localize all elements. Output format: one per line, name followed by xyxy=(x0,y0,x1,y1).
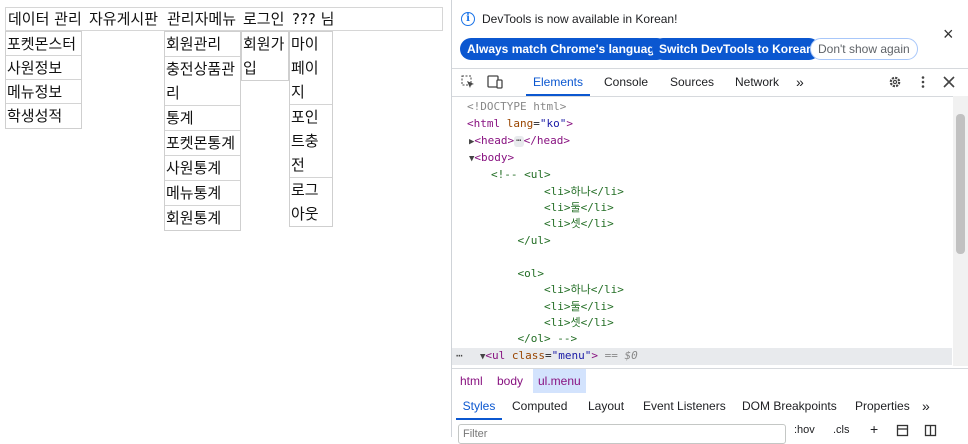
language-banner: i DevTools is now available in Korean! ×… xyxy=(452,0,968,66)
styles-filter-input[interactable]: Filter xyxy=(458,424,786,444)
kebab-menu-icon[interactable] xyxy=(916,75,930,89)
elements-tree: <!DOCTYPE html> <html lang="ko"> ▶<head>… xyxy=(452,96,952,346)
scrollbar-thumb[interactable] xyxy=(956,114,965,254)
submenu-item-mypage[interactable]: 마이페이지 xyxy=(290,32,332,105)
ellipsis-icon[interactable]: ⋯ xyxy=(514,135,524,147)
breadcrumb-body[interactable]: body xyxy=(492,369,528,393)
switch-korean-button[interactable]: Switch DevTools to Korean xyxy=(652,38,821,60)
close-icon[interactable]: × xyxy=(943,24,954,45)
doctype-line: <!DOCTYPE html> xyxy=(467,100,567,113)
subtab-layout[interactable]: Layout xyxy=(588,393,624,420)
subtab-properties[interactable]: Properties xyxy=(855,393,910,420)
subtab-dom-breakpoints[interactable]: DOM Breakpoints xyxy=(742,393,837,420)
submenu-item-menu-info[interactable]: 메뉴정보 xyxy=(6,80,81,104)
submenu-item-employee-stats[interactable]: 사원통계 xyxy=(165,156,240,181)
subtab-computed[interactable]: Computed xyxy=(512,393,567,420)
menu-data-management[interactable]: 데이터 관리 xyxy=(6,7,82,31)
menu-admin[interactable]: 관리자메뉴 xyxy=(165,7,236,31)
submenu-login: 회원가입 xyxy=(241,31,289,81)
submenu-item-member-stats[interactable]: 회원통계 xyxy=(165,206,240,230)
settings-gear-icon[interactable] xyxy=(888,75,902,89)
menu-user[interactable]: ??? 님 xyxy=(290,7,334,31)
subtab-event-listeners[interactable]: Event Listeners xyxy=(643,393,726,420)
submenu-item-employee[interactable]: 사원정보 xyxy=(6,56,81,80)
comment-line: </ul> xyxy=(491,234,551,247)
submenu-item-signup[interactable]: 회원가입 xyxy=(242,32,288,80)
submenu-item-logout[interactable]: 로그아웃 xyxy=(290,178,332,226)
more-dots-icon[interactable]: ⋯ xyxy=(456,348,463,364)
submenu-item-grades[interactable]: 학생성적 xyxy=(6,104,81,128)
submenu-data: 포켓몬스터 사원정보 메뉴정보 학생성적 xyxy=(5,31,82,129)
more-subtabs-icon[interactable]: » xyxy=(922,393,930,420)
submenu-item-members[interactable]: 회원관리 xyxy=(165,32,240,57)
menu-free-board[interactable]: 자유게시판 xyxy=(87,7,158,31)
html-line[interactable]: <html lang="ko"> xyxy=(467,116,573,132)
breadcrumb-html[interactable]: html xyxy=(455,369,488,393)
hover-state-toggle[interactable]: :hov xyxy=(794,424,815,436)
comment-line: <li>하나</li> xyxy=(491,283,624,296)
add-rule-icon[interactable]: + xyxy=(870,421,878,437)
submenu-admin: 회원관리 충전상품관리 통계 포켓몬통계 사원통계 메뉴통계 회원통계 xyxy=(164,31,241,231)
subtab-styles[interactable]: Styles xyxy=(456,393,502,420)
selected-ul-line[interactable]: ▼<ul class="menu"> == $0 xyxy=(480,348,638,364)
close-devtools-icon[interactable] xyxy=(942,75,956,89)
tab-sources[interactable]: Sources xyxy=(670,69,714,96)
breadcrumb: html body ul.menu xyxy=(452,368,968,394)
devtools-panel: i DevTools is now available in Korean! ×… xyxy=(451,0,968,444)
submenu-user: 마이페이지 포인트충전 로그아웃 xyxy=(289,31,333,227)
comment-line: <ol> xyxy=(491,267,544,280)
computed-styles-icon[interactable] xyxy=(896,424,909,440)
head-line[interactable]: ▶<head> ⋯ </head> xyxy=(469,133,570,149)
sidebar-toggle-icon[interactable] xyxy=(924,424,937,440)
menu-login[interactable]: 로그인 xyxy=(241,7,284,31)
comment-line: <li>셋</li> xyxy=(491,217,614,230)
submenu-item-charge-products[interactable]: 충전상품관리 xyxy=(165,57,240,106)
submenu-item-menu-stats[interactable]: 메뉴통계 xyxy=(165,181,240,206)
comment-line: <li>셋</li> xyxy=(491,316,614,329)
comment-line: </ol> --> xyxy=(491,332,578,345)
breadcrumb-ul-menu[interactable]: ul.menu xyxy=(533,369,586,393)
inspect-element-icon[interactable] xyxy=(461,75,475,89)
more-tabs-icon[interactable]: » xyxy=(796,69,804,96)
submenu-item-pokemon[interactable]: 포켓몬스터 xyxy=(6,32,81,56)
selected-node-row[interactable]: ⋯ ▼<ul class="menu"> == $0 xyxy=(452,348,952,365)
submenu-item-points[interactable]: 포인트충전 xyxy=(290,105,332,178)
elements-scrollbar[interactable] xyxy=(953,96,968,366)
styles-subtabs: Styles Computed Layout Event Listeners D… xyxy=(452,393,968,420)
match-language-button[interactable]: Always match Chrome's language xyxy=(460,38,669,60)
web-page: 데이터 관리 자유게시판 관리자메뉴 로그인 ??? 님 포켓몬스터 사원정보 … xyxy=(0,0,451,437)
devtools-tabbar: Elements Console Sources Network » xyxy=(452,68,968,97)
tab-console[interactable]: Console xyxy=(604,69,648,96)
dont-show-again-button[interactable]: Don't show again xyxy=(810,38,918,60)
tab-network[interactable]: Network xyxy=(735,69,779,96)
device-toolbar-icon[interactable] xyxy=(487,75,503,89)
class-toggle[interactable]: .cls xyxy=(833,424,850,436)
comment-line: <li>둘</li> xyxy=(491,300,614,313)
tab-elements[interactable]: Elements xyxy=(526,69,590,96)
submenu-item-pokemon-stats[interactable]: 포켓몬통계 xyxy=(165,131,240,156)
body-line[interactable]: ▼<body> xyxy=(469,150,514,166)
comment-line: <!-- <ul> xyxy=(491,168,551,181)
banner-message: DevTools is now available in Korean! xyxy=(482,12,678,26)
comment-line: <li>둘</li> xyxy=(491,201,614,214)
info-icon: i xyxy=(461,12,475,26)
submenu-item-stats[interactable]: 통계 xyxy=(165,106,240,131)
comment-line: <li>하나</li> xyxy=(491,185,624,198)
